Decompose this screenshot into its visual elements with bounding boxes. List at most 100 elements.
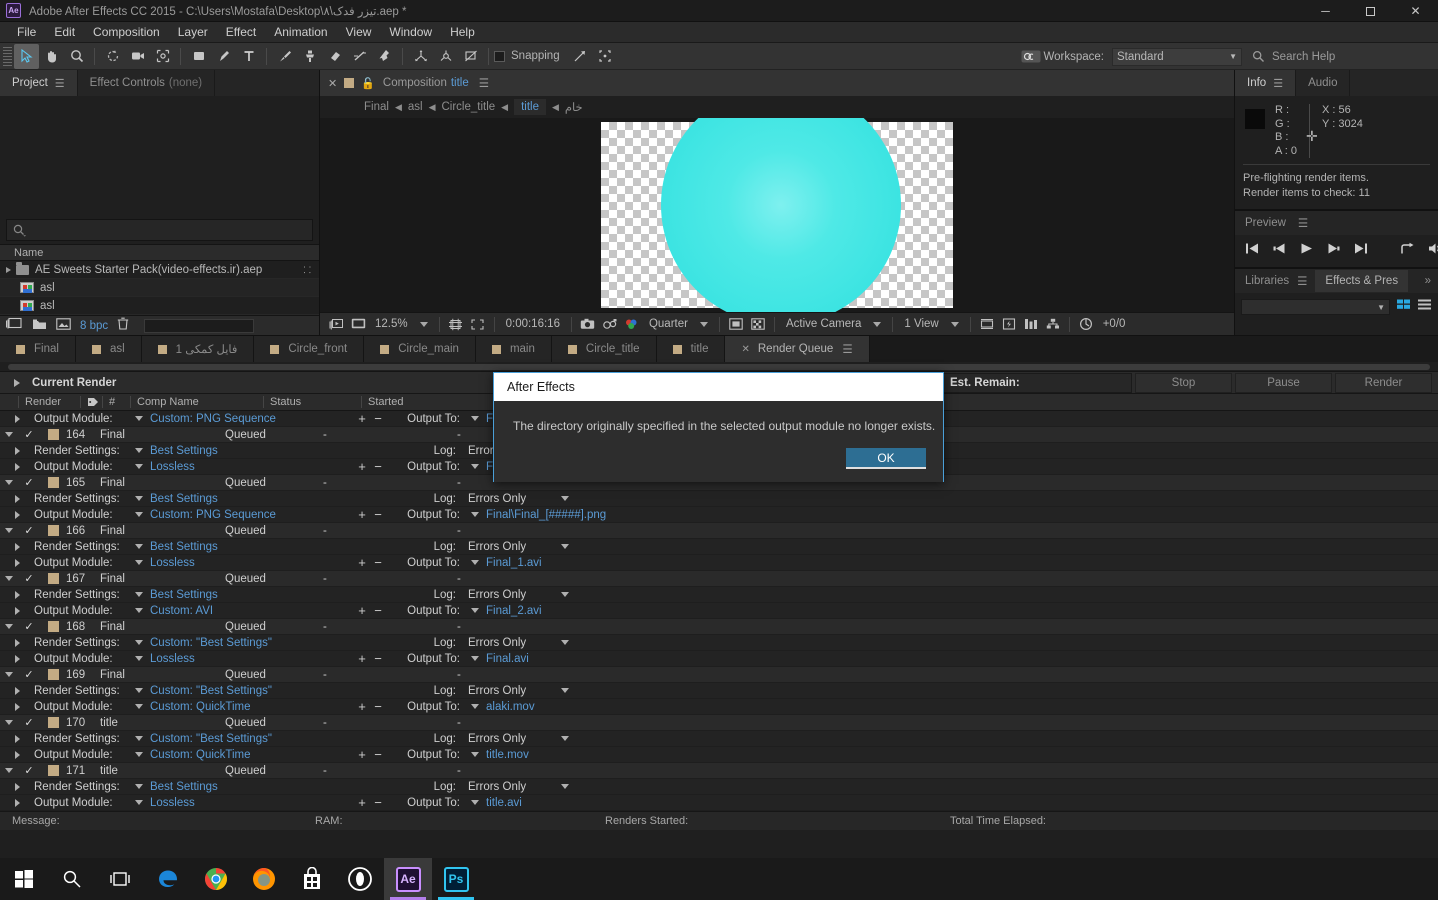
render-checkbox[interactable]: ✓	[18, 716, 40, 729]
play-icon[interactable]	[1299, 242, 1314, 260]
module-dropdown-icon[interactable]	[132, 752, 146, 757]
module-dropdown-icon[interactable]	[132, 512, 146, 517]
collapse-triangle-icon[interactable]	[0, 576, 18, 581]
breadcrumb-item-title[interactable]: title	[514, 99, 546, 115]
remove-output-module-icon[interactable]: −	[370, 459, 386, 474]
settings-dropdown-icon[interactable]	[132, 784, 146, 789]
timeline-icon[interactable]	[1020, 314, 1042, 334]
expand-triangle-icon[interactable]	[0, 558, 34, 567]
menu-edit[interactable]: Edit	[45, 23, 84, 41]
transparency-grid-icon[interactable]	[747, 314, 769, 334]
pause-button[interactable]: Pause	[1235, 372, 1332, 393]
tab-comp-final[interactable]: Final	[0, 336, 76, 362]
exposure-offset-label[interactable]: +0/0	[1097, 318, 1132, 330]
project-item-asl-2[interactable]: asl	[0, 297, 319, 315]
fast-previews-icon[interactable]	[998, 314, 1020, 334]
chevron-down-icon[interactable]	[419, 321, 428, 327]
output-to-dropdown-icon[interactable]	[468, 560, 482, 565]
module-dropdown-icon[interactable]	[132, 656, 146, 661]
remove-output-module-icon[interactable]: −	[370, 795, 386, 810]
add-output-module-icon[interactable]: +	[354, 795, 370, 810]
new-comp-icon[interactable]	[5, 317, 23, 335]
render-settings-row[interactable]: Render Settings: Custom: "Best Settings" L…	[0, 731, 1438, 747]
settings-dropdown-icon[interactable]	[132, 496, 146, 501]
output-to-value[interactable]: Final_2.avi	[482, 605, 542, 617]
module-dropdown-icon[interactable]	[132, 608, 146, 613]
output-to-dropdown-icon[interactable]	[468, 752, 482, 757]
task-view-button[interactable]	[96, 858, 144, 900]
panel-menu-icon[interactable]: ☰	[1273, 77, 1283, 90]
render-settings-value[interactable]: Best Settings	[146, 541, 422, 553]
roto-brush-tool-icon[interactable]	[347, 44, 372, 69]
output-module-row[interactable]: Output Module: Lossless + − Output To: title.…	[0, 795, 1438, 811]
add-output-module-icon[interactable]: +	[354, 507, 370, 522]
output-to-dropdown-icon[interactable]	[468, 416, 482, 421]
breadcrumb-item-kham[interactable]: خام	[565, 100, 583, 114]
mute-icon[interactable]	[1428, 242, 1438, 260]
tab-project[interactable]: Project ☰	[0, 70, 78, 96]
composition-viewer[interactable]	[320, 118, 1234, 312]
channels-icon[interactable]	[621, 314, 643, 334]
snapping-checkbox[interactable]	[494, 50, 505, 62]
clone-stamp-tool-icon[interactable]	[297, 44, 322, 69]
pen-tool-icon[interactable]	[211, 44, 236, 69]
expand-triangle-icon[interactable]	[0, 750, 34, 759]
render-checkbox[interactable]: ✓	[18, 764, 40, 777]
log-dropdown-icon[interactable]	[554, 592, 576, 597]
remove-output-module-icon[interactable]: −	[370, 411, 386, 426]
new-folder-icon[interactable]	[32, 317, 47, 335]
panel-menu-icon[interactable]: ☰	[55, 77, 65, 90]
close-icon[interactable]: ✕	[328, 77, 337, 90]
log-value[interactable]: Errors Only	[456, 733, 554, 745]
local-axis-mode-icon[interactable]	[408, 44, 433, 69]
start-button[interactable]	[0, 858, 48, 900]
edge-button[interactable]	[144, 858, 192, 900]
main-viewer-icon[interactable]	[347, 314, 369, 334]
output-to-value[interactable]: Final.avi	[482, 653, 529, 665]
render-settings-row[interactable]: Render Settings: Best Settings Log: Errors …	[0, 587, 1438, 603]
render-settings-row[interactable]: Render Settings: Best Settings Log: Errors …	[0, 779, 1438, 795]
render-queue-comp-row[interactable]: ✓ 168 Final Queued - -	[0, 619, 1438, 635]
expand-triangle-icon[interactable]	[0, 446, 34, 455]
remove-output-module-icon[interactable]: −	[370, 555, 386, 570]
tab-info[interactable]: Info ☰	[1235, 70, 1297, 96]
add-output-module-icon[interactable]: +	[354, 411, 370, 426]
tab-comp-faile-komaki-1[interactable]: فایل کمکی 1	[141, 336, 255, 362]
delete-icon[interactable]	[117, 317, 129, 335]
breadcrumb-item-asl[interactable]: asl	[408, 101, 423, 113]
region-interest-toggle-icon[interactable]	[725, 314, 747, 334]
next-frame-icon[interactable]	[1326, 242, 1341, 260]
log-dropdown-icon[interactable]	[554, 496, 576, 501]
always-preview-icon[interactable]	[325, 314, 347, 334]
tab-libraries[interactable]: Libraries	[1235, 275, 1297, 287]
project-item-folder[interactable]: AE Sweets Starter Pack(video-effects.ir)…	[0, 261, 319, 279]
tab-preview-label[interactable]: Preview	[1245, 217, 1286, 229]
col-status[interactable]: Status	[263, 396, 361, 408]
settings-dropdown-icon[interactable]	[132, 544, 146, 549]
remove-output-module-icon[interactable]: −	[370, 747, 386, 762]
composition-canvas[interactable]	[601, 118, 953, 312]
grid-guides-icon[interactable]	[445, 314, 467, 334]
render-settings-value[interactable]: Best Settings	[146, 445, 422, 457]
stop-button[interactable]: Stop	[1135, 372, 1232, 393]
render-settings-row[interactable]: Render Settings: Best Settings Log: Errors …	[0, 491, 1438, 507]
log-dropdown-icon[interactable]	[554, 784, 576, 789]
module-dropdown-icon[interactable]	[132, 800, 146, 805]
tab-comp-circle-main[interactable]: Circle_main	[364, 336, 476, 362]
module-dropdown-icon[interactable]	[132, 560, 146, 565]
render-checkbox[interactable]: ✓	[18, 476, 40, 489]
expand-triangle-icon[interactable]	[0, 606, 34, 615]
close-button[interactable]: ✕	[1393, 0, 1438, 22]
expand-triangle-icon[interactable]	[0, 494, 34, 503]
active-camera-label[interactable]: Active Camera	[780, 318, 867, 330]
output-module-value[interactable]: Custom: AVI	[146, 605, 354, 617]
opera-button[interactable]	[336, 858, 384, 900]
log-value[interactable]: Errors Only	[456, 685, 554, 697]
menu-file[interactable]: File	[8, 23, 45, 41]
output-to-dropdown-icon[interactable]	[468, 800, 482, 805]
expand-triangle-icon[interactable]	[0, 654, 34, 663]
collapse-triangle-icon[interactable]	[0, 672, 18, 677]
menu-composition[interactable]: Composition	[84, 23, 169, 41]
brush-tool-icon[interactable]	[272, 44, 297, 69]
minimize-button[interactable]: ─	[1303, 0, 1348, 22]
